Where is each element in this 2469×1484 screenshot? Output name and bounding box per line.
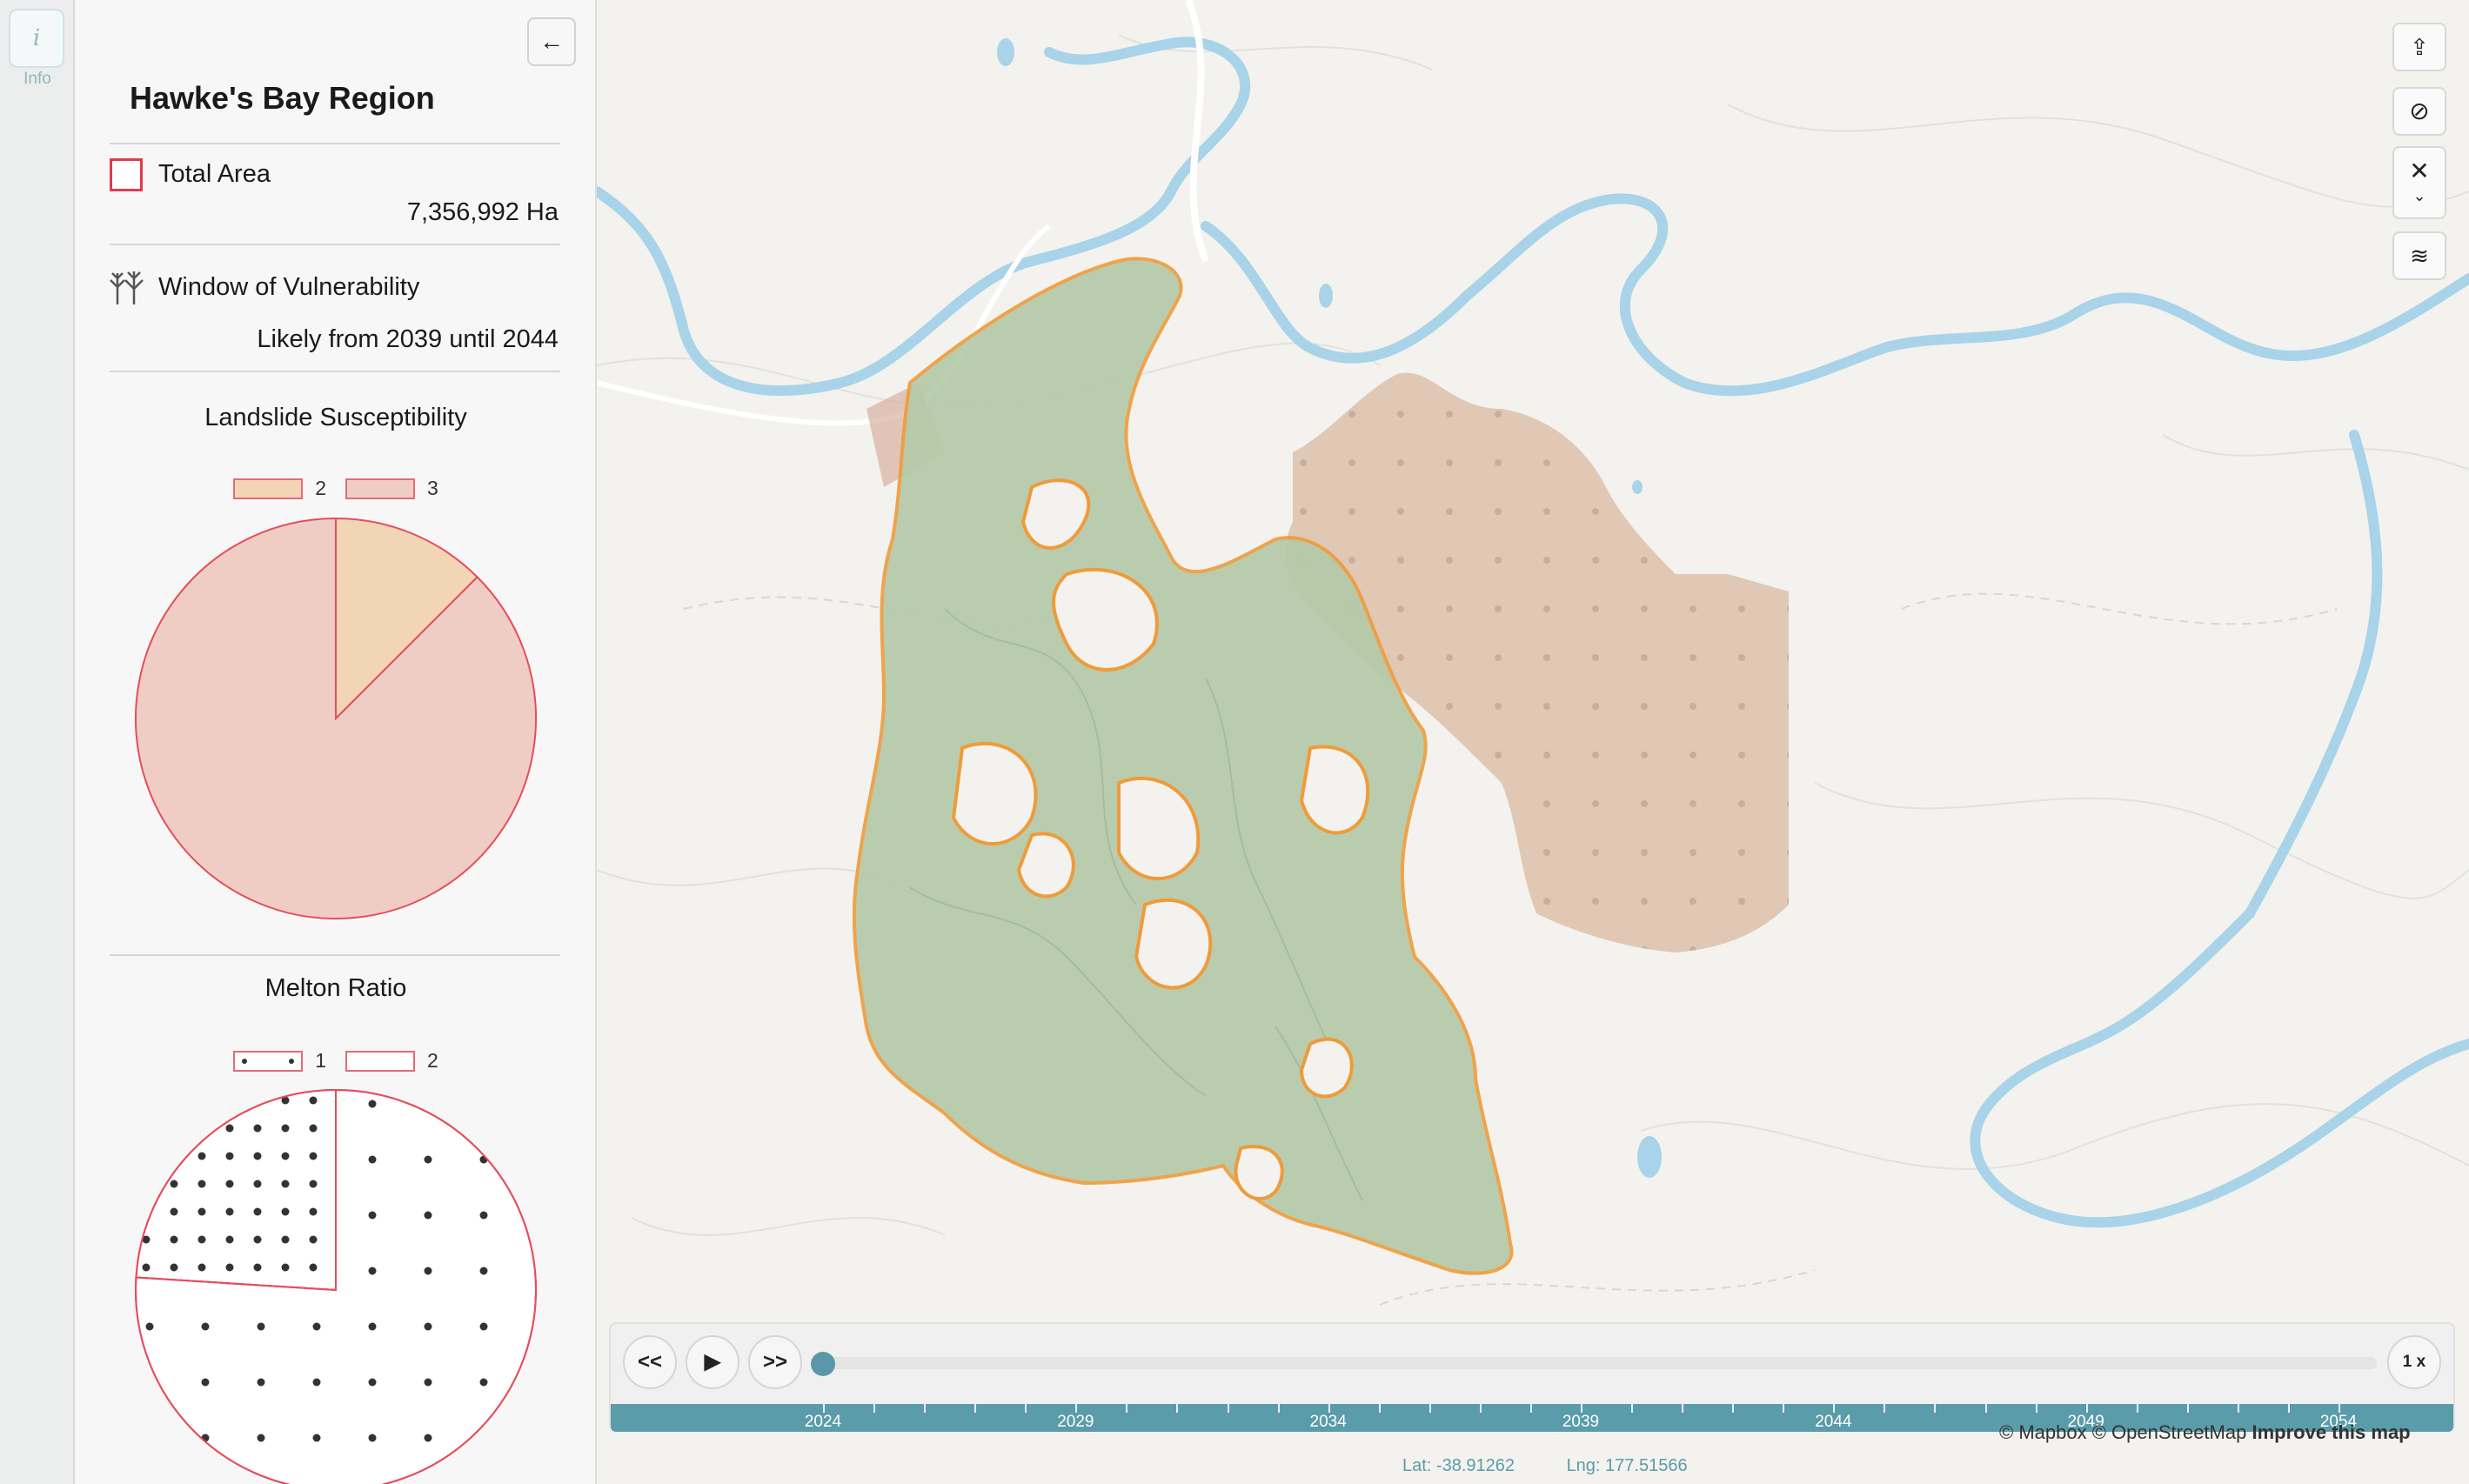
legend-item: 2 (345, 1049, 438, 1073)
pie-slice-pattern-1 (135, 1088, 337, 1292)
total-area-label: Total Area (158, 160, 271, 188)
left-rail: i Info (0, 0, 75, 1484)
timeline-tick (1378, 1404, 1381, 1413)
info-icon[interactable]: i (9, 9, 64, 68)
app-root: i Info ← Hawke's Bay Region Total Area 7… (0, 0, 2469, 1484)
timeline-tick (823, 1404, 825, 1413)
timeline-control: << ▶ >> 1 x 2024 2029 2034 2039 2044 2049 2054 (609, 1322, 2455, 1432)
timeline-tick (2186, 1404, 2189, 1413)
landslide-title: Landslide Susceptibility (204, 404, 467, 431)
timeline-year-label: 2024 (804, 1413, 842, 1431)
tools-icon[interactable]: ✕ ⌄ (2392, 146, 2446, 219)
total-area-value: 7,356,992 Ha (406, 198, 559, 226)
legend-swatch (345, 1050, 415, 1072)
divider (110, 244, 560, 245)
timeline-tick (1884, 1404, 1886, 1413)
legend-label: 1 (315, 1049, 326, 1072)
compass-icon[interactable]: ⊘ (2392, 87, 2446, 136)
legend-swatch-dotted (233, 1050, 304, 1072)
timeline-year-label: 2034 (1309, 1413, 1347, 1431)
rewind-button[interactable]: << (623, 1335, 677, 1389)
map-canvas[interactable]: ⇪ ⊘ ✕ ⌄ ≋ (597, 0, 2469, 1484)
legend-swatch (233, 478, 304, 499)
timeline-year-label: 2039 (1562, 1413, 1600, 1431)
timeline-tick (1631, 1404, 1634, 1413)
legend-swatch (345, 478, 415, 499)
coordinate-readout: Lat: -38.91262 Lng: 177.51566 (1402, 1456, 1735, 1476)
legend-item: 2 (233, 477, 326, 500)
pie-slice-3 (135, 517, 537, 919)
layers-icon[interactable]: ≋ (2392, 231, 2446, 280)
vulnerability-label: Window of Vulnerability (158, 273, 420, 301)
chevron-down-icon[interactable]: ⌄ (2394, 187, 2445, 205)
timeline-tick (1277, 1404, 1280, 1413)
timeline-tick (1075, 1404, 1078, 1413)
timeline-tick (1529, 1404, 1532, 1413)
timeline-tick (2136, 1404, 2138, 1413)
landslide-pie-chart (135, 517, 537, 919)
map-attribution: © Mapbox © OpenStreetMap Improve this ma… (1999, 1421, 2411, 1444)
timeline-tick (924, 1404, 927, 1413)
forest-icon (110, 271, 144, 304)
speed-button[interactable]: 1 x (2387, 1335, 2441, 1389)
divider (110, 954, 560, 956)
timeline-year-label: 2044 (1815, 1413, 1852, 1431)
timeline-tick (1732, 1404, 1735, 1413)
melton-legend: 1 2 (75, 1049, 595, 1073)
timeline-knob[interactable] (811, 1352, 835, 1376)
info-panel: ← Hawke's Bay Region Total Area 7,356,99… (75, 0, 597, 1484)
page-title: Hawke's Bay Region (130, 80, 435, 116)
timeline-tick (1328, 1404, 1330, 1413)
play-button[interactable]: ▶ (686, 1335, 739, 1389)
timeline-tick (1429, 1404, 1431, 1413)
info-label: Info (23, 70, 51, 88)
timeline-tick (974, 1404, 977, 1413)
map-layer (597, 0, 2469, 1397)
total-area-swatch (110, 158, 143, 191)
timeline-tick (1934, 1404, 1937, 1413)
timeline-tick (2085, 1404, 2088, 1413)
legend-label: 3 (427, 477, 438, 499)
timeline-tick (1581, 1404, 1582, 1413)
timeline-tick (1479, 1404, 1482, 1413)
timeline-tick (1025, 1404, 1027, 1413)
timeline-year-label: 2029 (1057, 1413, 1094, 1431)
forward-button[interactable]: >> (748, 1335, 802, 1389)
lng-readout: Lng: 177.51566 (1566, 1456, 1688, 1475)
improve-map-link[interactable]: Improve this map (2252, 1421, 2410, 1443)
attribution-text[interactable]: © Mapbox © OpenStreetMap (1999, 1421, 2246, 1443)
back-button[interactable]: ← (527, 17, 576, 66)
lat-readout: Lat: -38.91262 (1402, 1456, 1515, 1475)
timeline-tick (2287, 1404, 2290, 1413)
timeline-tick (873, 1404, 876, 1413)
melton-pie-chart (135, 1088, 537, 1484)
timeline-tick (1126, 1404, 1128, 1413)
timeline-tick (1833, 1404, 1836, 1413)
timeline-tick (1783, 1404, 1785, 1413)
landslide-legend: 2 3 (75, 477, 595, 500)
divider (110, 371, 560, 372)
timeline-tick (2237, 1404, 2239, 1413)
share-icon[interactable]: ⇪ (2392, 23, 2446, 71)
timeline-tick (1984, 1404, 1987, 1413)
timeline-tick (1227, 1404, 1229, 1413)
legend-label: 2 (315, 477, 326, 499)
legend-item: 3 (345, 477, 438, 500)
vulnerability-value: Likely from 2039 until 2044 (257, 325, 559, 353)
timeline-tick (1176, 1404, 1179, 1413)
divider (110, 143, 560, 144)
timeline-track[interactable] (820, 1357, 2377, 1369)
timeline-tick (2035, 1404, 2037, 1413)
melton-title: Melton Ratio (264, 974, 407, 1002)
timeline-tick (2339, 1404, 2340, 1413)
legend-label: 2 (427, 1049, 438, 1072)
timeline-tick (1682, 1404, 1684, 1413)
legend-item: 1 (233, 1049, 326, 1073)
